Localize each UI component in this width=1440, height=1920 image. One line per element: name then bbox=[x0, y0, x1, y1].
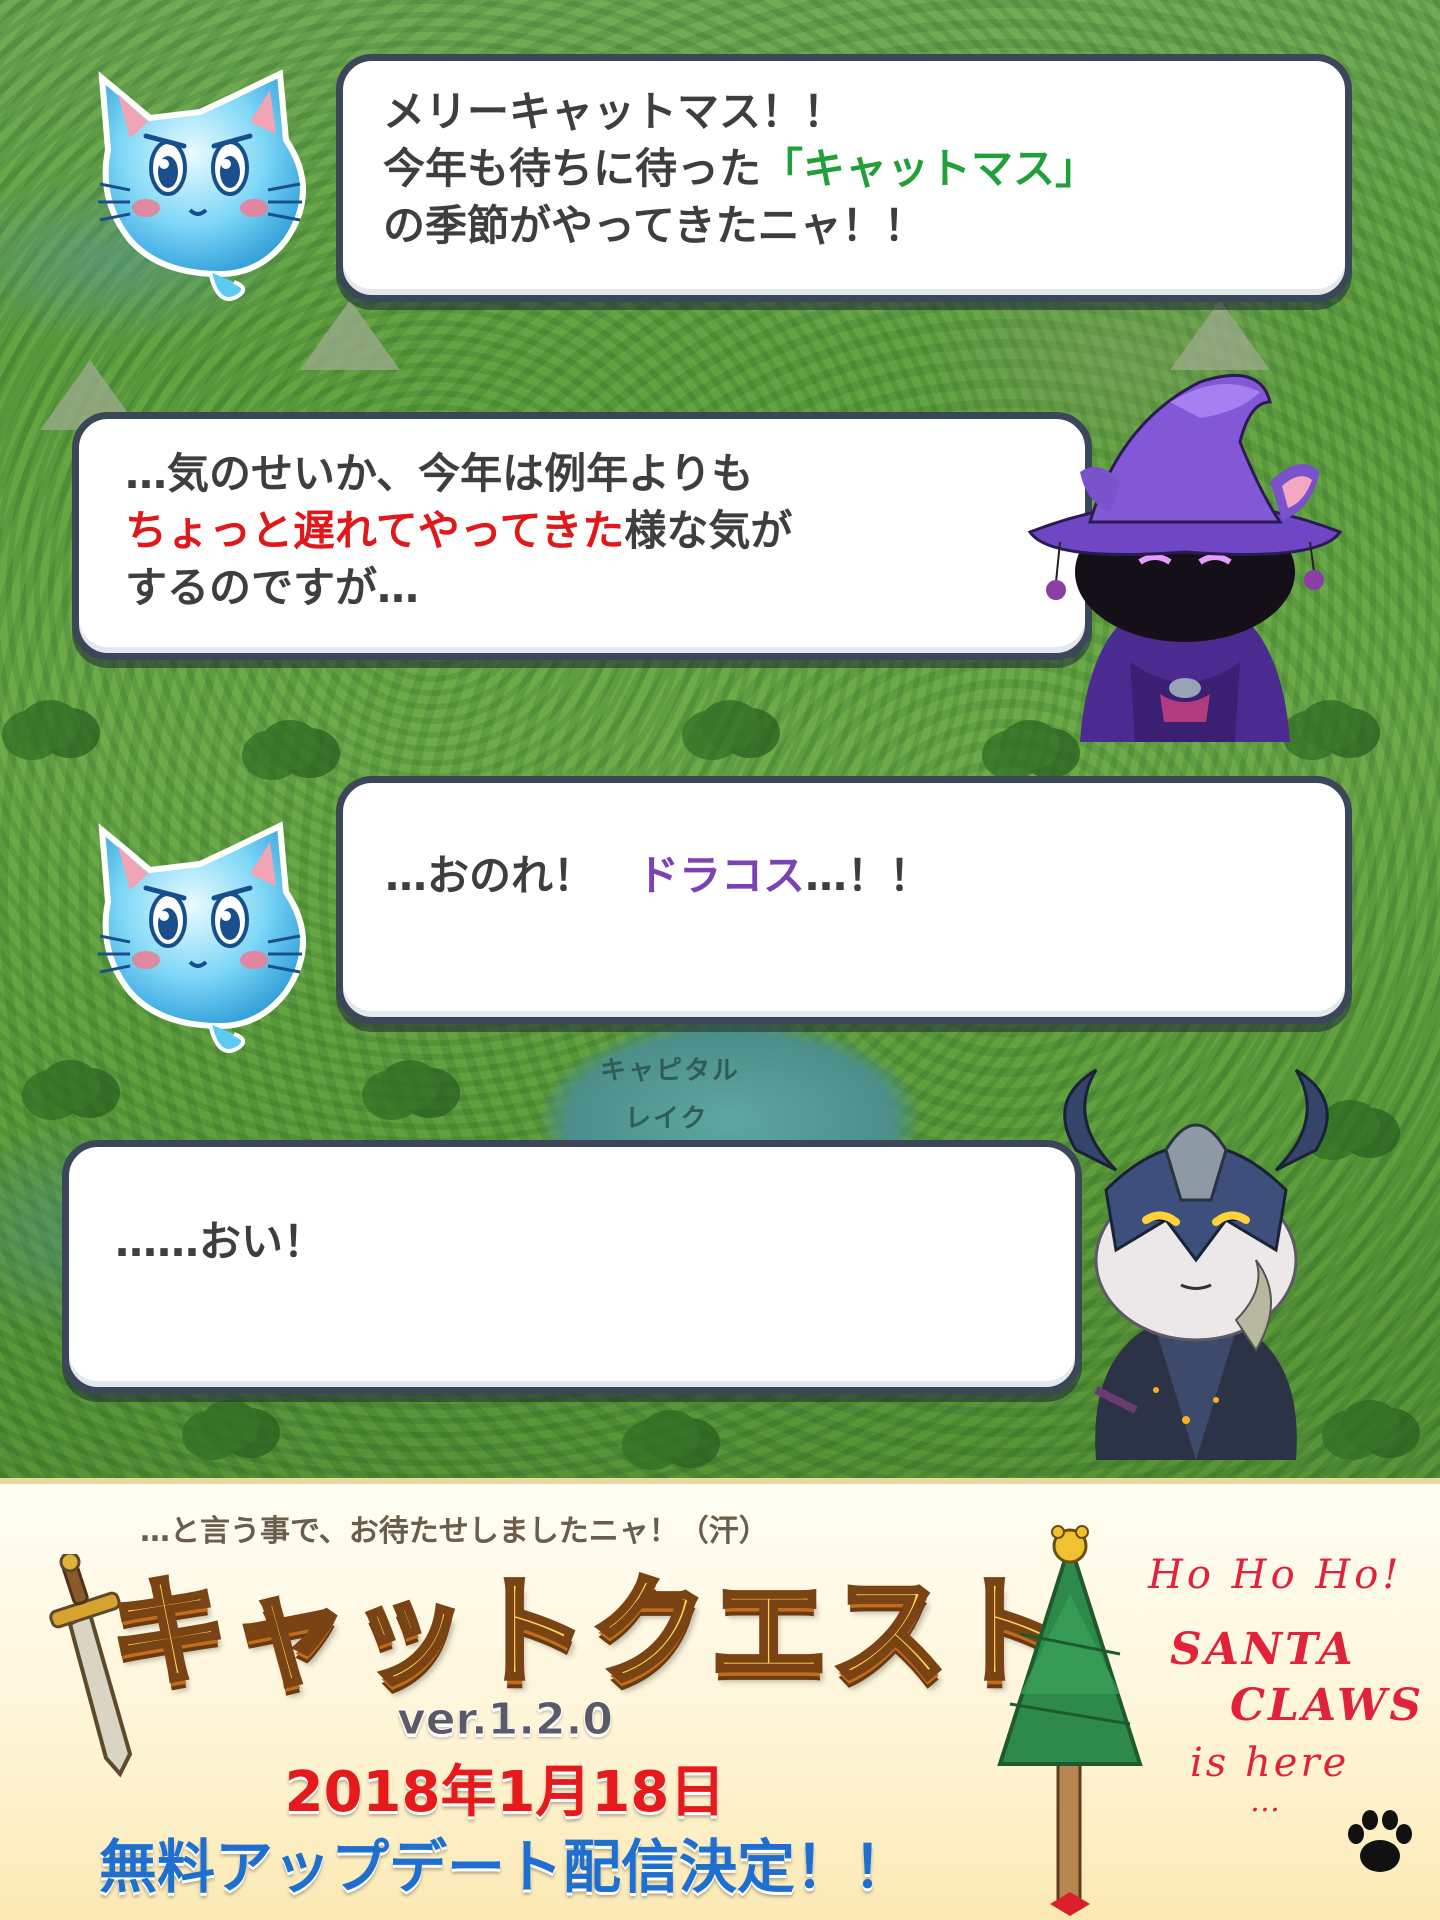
handwritten-text: SANTA bbox=[1170, 1624, 1356, 1675]
page: キャピタル レイク メリーキャットマス！！ 今年も待ちに待った「キャットマス」 … bbox=[0, 0, 1440, 1920]
horned-knight-cat-icon bbox=[1036, 1060, 1356, 1460]
handwritten-text: CLAWS bbox=[1230, 1680, 1425, 1731]
paw-print-icon bbox=[1340, 1804, 1420, 1884]
dialogue-text: 様な気が bbox=[624, 506, 793, 555]
dialogue-highlight: ドラコス bbox=[637, 851, 806, 900]
speech-bubble-cat-1: メリーキャットマス！！ 今年も待ちに待った「キャットマス」 の季節がやってきたニ… bbox=[336, 54, 1352, 302]
dialogue-line: するのですが… bbox=[125, 563, 420, 612]
release-date: 2018年1月18日 bbox=[284, 1760, 726, 1825]
dialogue-line: 今年も待ちに待った「キャットマス」 bbox=[383, 140, 1305, 197]
dialogue-text: …おのれ！ bbox=[385, 851, 596, 900]
forest-decoration bbox=[700, 700, 760, 750]
purple-wizard-cat-icon bbox=[1020, 362, 1350, 742]
dialogue-line: …おのれ！ ドラコス…！！ bbox=[385, 847, 1303, 904]
forest-decoration bbox=[200, 1400, 260, 1450]
blue-cat-spirit-icon bbox=[90, 60, 370, 310]
speech-bubble-wizard: …気のせいか、今年は例年よりも ちょっと遅れてやってきた様な気が するのですが… bbox=[72, 412, 1092, 660]
blue-cat-spirit-icon bbox=[90, 812, 370, 1062]
version-label: ver.1.2.0 bbox=[397, 1694, 614, 1746]
forest-decoration bbox=[640, 1410, 700, 1460]
mountain-decoration bbox=[300, 300, 400, 370]
dialogue-line: …気のせいか、今年は例年よりも bbox=[125, 449, 754, 498]
dialogue-highlight: ちょっと遅れてやってきた bbox=[125, 506, 625, 555]
forest-decoration bbox=[40, 1060, 100, 1110]
speech-bubble-cat-2: …おのれ！ ドラコス…！！ bbox=[336, 776, 1352, 1024]
handwritten-text: Ho Ho Ho! bbox=[1148, 1552, 1403, 1598]
handwritten-text: … bbox=[1250, 1784, 1286, 1819]
forest-decoration bbox=[380, 1060, 440, 1110]
lake-label: レイク bbox=[625, 1104, 709, 1134]
dialogue-highlight: 「キャットマス」 bbox=[761, 144, 1098, 193]
dialogue-line: メリーキャットマス！！ bbox=[383, 87, 846, 136]
handwritten-text: is here bbox=[1190, 1740, 1350, 1786]
mountain-decoration bbox=[1170, 300, 1270, 370]
dialogue-text: …！！ bbox=[805, 851, 932, 900]
dialogue-text: 今年も待ちに待った bbox=[383, 144, 762, 193]
dialogue-line: ちょっと遅れてやってきた様な気が bbox=[125, 502, 1039, 559]
dialogue-line: の季節がやってきたニャ！！ bbox=[383, 201, 926, 250]
lake-label: キャピタル bbox=[600, 1056, 741, 1086]
christmas-tree-icon bbox=[990, 1524, 1150, 1920]
game-logo: キャットクエスト bbox=[107, 1561, 1071, 1704]
speech-bubble-knight: ……おい！ bbox=[62, 1140, 1082, 1394]
dialogue-line: ……おい！ bbox=[115, 1217, 326, 1266]
promo-banner: …と言う事で、お待たせしましたニャ！（汗） キャットクエスト ver.1.2.0… bbox=[0, 1478, 1440, 1920]
forest-decoration bbox=[20, 700, 80, 750]
update-announcement: 無料アップデート配信決定！！ bbox=[98, 1833, 911, 1901]
forest-decoration bbox=[260, 720, 320, 770]
